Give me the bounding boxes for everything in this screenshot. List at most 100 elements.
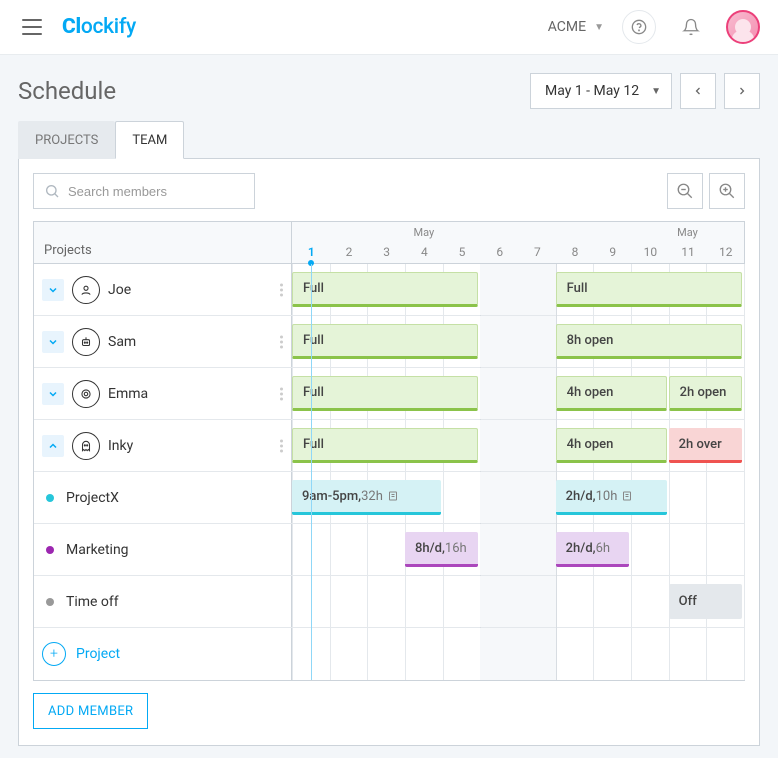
grid-cell[interactable]: [443, 576, 481, 627]
grid-cell[interactable]: [405, 628, 443, 680]
chevron-right-icon: [736, 85, 748, 97]
person-row: Inky: [34, 420, 292, 471]
schedule-bar[interactable]: 9am-5pm, 32h: [292, 480, 441, 515]
drag-handle-icon[interactable]: [280, 335, 283, 348]
grid-cell[interactable]: [292, 628, 330, 680]
grid-cell[interactable]: [518, 472, 556, 523]
date-range-selector[interactable]: May 1 - May 12 ▼: [530, 73, 672, 109]
grid-cell[interactable]: [367, 576, 405, 627]
search-field[interactable]: [68, 184, 244, 199]
notifications-button[interactable]: [674, 10, 708, 44]
grid-cell[interactable]: [443, 628, 481, 680]
grid-cell[interactable]: [669, 472, 707, 523]
add-project-row[interactable]: +Project: [34, 628, 292, 680]
grid-cell[interactable]: [556, 628, 594, 680]
logo: Clockify: [62, 15, 136, 39]
schedule-bar[interactable]: 2h open: [669, 376, 742, 411]
grid-cell[interactable]: [518, 420, 556, 471]
grid-cell[interactable]: [631, 524, 669, 575]
schedule-bar[interactable]: 4h open: [556, 376, 667, 411]
grid-cell[interactable]: [593, 576, 631, 627]
zoom-in-button[interactable]: [709, 173, 745, 209]
prev-button[interactable]: [680, 73, 716, 109]
search-icon: [44, 183, 60, 199]
grid-cell[interactable]: [518, 316, 556, 367]
schedule-bar[interactable]: Full: [292, 428, 478, 463]
zoom-out-button[interactable]: [667, 173, 703, 209]
schedule-bar[interactable]: Full: [292, 324, 478, 359]
grid-cell[interactable]: [706, 472, 744, 523]
grid-cell[interactable]: [330, 524, 368, 575]
schedule-bar[interactable]: Off: [669, 584, 742, 619]
grid-cell[interactable]: [292, 524, 330, 575]
grid-cell[interactable]: [405, 576, 443, 627]
day-header: 11: [669, 222, 707, 263]
person-icon: [72, 380, 100, 408]
schedule-bar[interactable]: 8h/d, 16h: [405, 532, 478, 567]
grid-cell[interactable]: [518, 264, 556, 315]
schedule-bar[interactable]: Full: [292, 376, 478, 411]
grid-cell[interactable]: [518, 628, 556, 680]
grid-cell[interactable]: [518, 576, 556, 627]
person-name: Emma: [108, 386, 148, 402]
expand-toggle[interactable]: [42, 279, 64, 301]
grid-cell[interactable]: [518, 368, 556, 419]
schedule-bar[interactable]: 8h open: [556, 324, 742, 359]
grid-cell[interactable]: [631, 576, 669, 627]
grid-cell[interactable]: [480, 316, 518, 367]
search-input[interactable]: [33, 173, 255, 209]
day-header: 6: [480, 222, 518, 263]
grid-cell[interactable]: [480, 524, 518, 575]
grid-cell[interactable]: [556, 576, 594, 627]
grid-cell[interactable]: [480, 264, 518, 315]
user-avatar[interactable]: [726, 10, 760, 44]
expand-toggle[interactable]: [42, 435, 64, 457]
grid-cell[interactable]: [706, 628, 744, 680]
grid-cell[interactable]: [480, 420, 518, 471]
tab-team[interactable]: TEAM: [115, 121, 184, 159]
caret-down-icon: ▼: [594, 22, 604, 33]
drag-handle-icon[interactable]: [280, 439, 283, 452]
workspace-selector[interactable]: ACME ▼: [548, 19, 604, 35]
project-row: ProjectX: [34, 472, 292, 523]
project-name: Time off: [66, 594, 119, 610]
grid-cell[interactable]: [443, 472, 481, 523]
expand-toggle[interactable]: [42, 383, 64, 405]
grid-cell[interactable]: [706, 524, 744, 575]
grid-cell[interactable]: [518, 524, 556, 575]
menu-icon[interactable]: [22, 19, 42, 35]
day-header: 3: [367, 222, 405, 263]
project-color-dot: [46, 598, 54, 606]
grid-cell[interactable]: [631, 628, 669, 680]
schedule-bar[interactable]: 4h open: [556, 428, 667, 463]
chevron-left-icon: [692, 85, 704, 97]
schedule-bar[interactable]: 2h/d, 10h: [556, 480, 667, 515]
grid-cell[interactable]: [330, 576, 368, 627]
person-icon: [72, 432, 100, 460]
grid-cell[interactable]: [330, 628, 368, 680]
drag-handle-icon[interactable]: [280, 387, 283, 400]
drag-handle-icon[interactable]: [280, 283, 283, 296]
add-member-button[interactable]: ADD MEMBER: [33, 693, 148, 729]
project-row: Marketing: [34, 524, 292, 575]
grid-cell[interactable]: [669, 628, 707, 680]
schedule-bar[interactable]: 2h over: [669, 428, 742, 463]
tab-projects[interactable]: PROJECTS: [18, 121, 115, 159]
grid-cell[interactable]: [367, 524, 405, 575]
grid-cell[interactable]: [480, 472, 518, 523]
schedule-bar[interactable]: Full: [292, 272, 478, 307]
day-header: 9: [593, 222, 631, 263]
grid-cell[interactable]: [480, 628, 518, 680]
grid-cell[interactable]: [480, 368, 518, 419]
expand-toggle[interactable]: [42, 331, 64, 353]
grid-cell[interactable]: [669, 524, 707, 575]
grid-cell[interactable]: [480, 576, 518, 627]
grid-cell[interactable]: [367, 628, 405, 680]
person-name: Joe: [108, 282, 131, 298]
grid-cell[interactable]: [593, 628, 631, 680]
schedule-bar[interactable]: Full: [556, 272, 742, 307]
help-button[interactable]: [622, 10, 656, 44]
grid-cell[interactable]: [292, 576, 330, 627]
schedule-bar[interactable]: 2h/d, 6h: [556, 532, 629, 567]
next-button[interactable]: [724, 73, 760, 109]
